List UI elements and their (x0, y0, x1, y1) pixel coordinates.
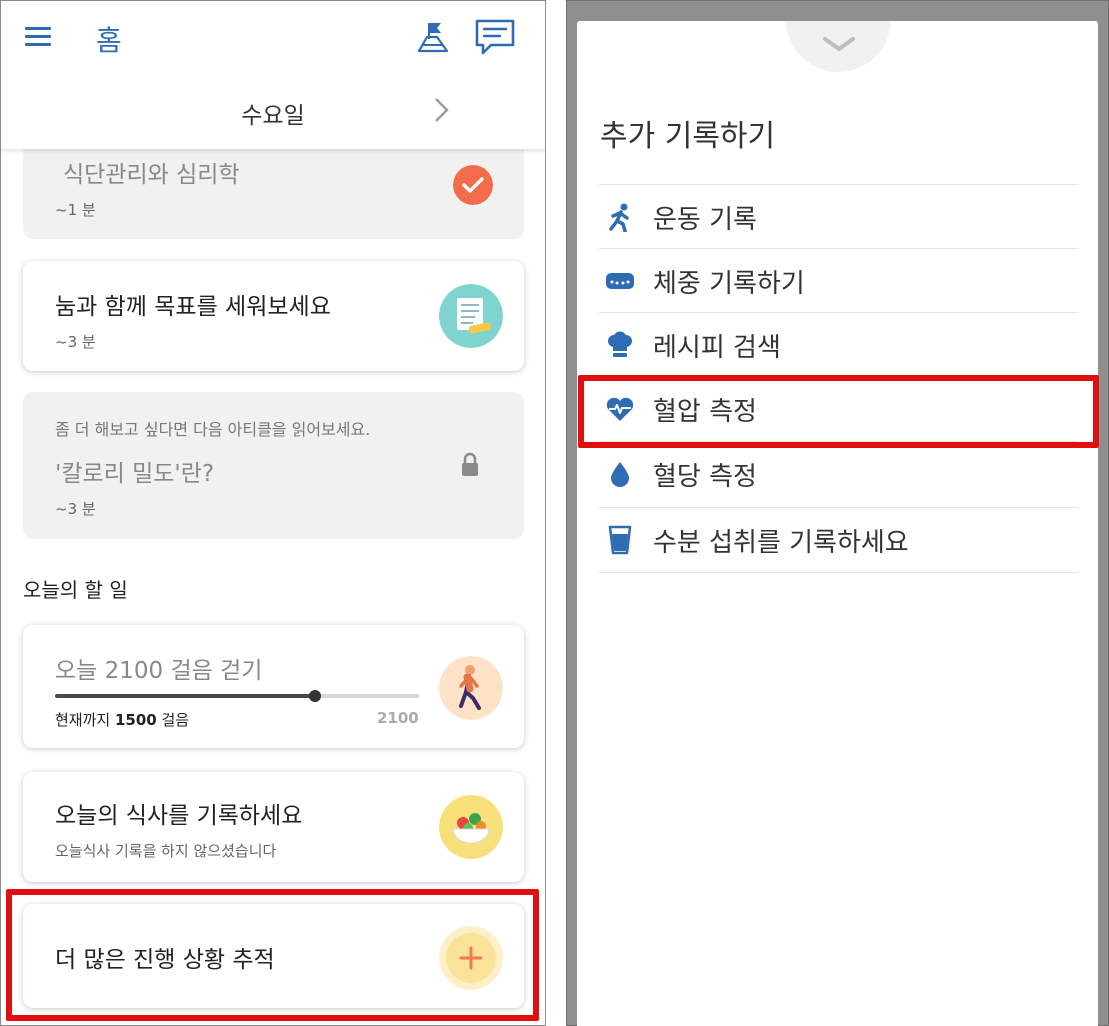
menu-item-blood-sugar[interactable]: 혈당 측정 (599, 441, 1078, 505)
meal-subtitle: 오늘식사 기록을 하지 않으셨습니다 (55, 842, 277, 860)
chef-hat-icon (608, 331, 632, 357)
lesson-card[interactable]: 눔과 함께 목표를 세워보세요 ~3 분 (23, 261, 524, 371)
steps-progress-fill (55, 694, 315, 698)
heart-pulse-icon (606, 397, 634, 421)
steps-progress-bar (55, 690, 419, 702)
meal-title: 오늘의 식사를 기록하세요 (55, 803, 303, 829)
menu-item-label: 혈당 측정 (653, 462, 757, 492)
chevron-down-icon[interactable] (819, 35, 859, 55)
salad-bowl-icon (439, 795, 503, 859)
sheet-handle[interactable] (786, 21, 891, 72)
menu-item-recipe[interactable]: 레시피 검색 (599, 312, 1078, 376)
day-label: 수요일 (241, 103, 305, 129)
chat-icon[interactable] (473, 17, 517, 57)
goal-flag-icon[interactable] (415, 19, 451, 55)
menu-item-water[interactable]: 수분 섭취를 기록하세요 (599, 507, 1078, 571)
panel-gap (546, 0, 566, 1026)
menu-item-exercise[interactable]: 운동 기록 (599, 184, 1078, 248)
lesson-title: '칼로리 밀도'란? (55, 461, 215, 487)
page-title: 홈 (96, 24, 122, 57)
more-progress-card[interactable]: 더 많은 진행 상황 추적 (23, 904, 524, 1008)
sheet-title: 추가 기록하기 (600, 119, 776, 154)
walking-person-icon (439, 656, 503, 720)
section-title: 오늘의 할 일 (23, 578, 128, 602)
water-glass-icon (608, 525, 632, 555)
add-record-screen: 추가 기록하기 운동 기록 체중 기록하기 레시피 검색 혈압 측정 혈당 측정… (566, 0, 1109, 1026)
menu-item-blood-pressure[interactable]: 혈압 측정 (599, 376, 1078, 440)
hamburger-menu-icon[interactable] (25, 23, 53, 49)
more-progress-title: 더 많은 진행 상황 추적 (55, 947, 275, 973)
lesson-duration: ~1 분 (55, 201, 96, 219)
menu-item-label: 혈압 측정 (653, 397, 757, 427)
menu-item-label: 수분 섭취를 기록하세요 (653, 528, 909, 558)
menu-item-label: 레시피 검색 (653, 333, 781, 363)
lesson-title: 눔과 함께 목표를 세워보세요 (55, 294, 331, 320)
menu-item-label: 운동 기록 (653, 205, 757, 235)
steps-current: 현재까지 1500 걸음 (55, 711, 190, 729)
steps-card[interactable]: 오늘 2100 걸음 걷기 현재까지 1500 걸음 2100 (23, 625, 524, 748)
scale-icon (606, 273, 634, 289)
check-icon (453, 165, 493, 205)
lesson-duration: ~3 분 (55, 333, 96, 351)
top-bar: 홈 수요일 (1, 1, 545, 149)
home-screen: 홈 수요일 식단관리와 심리학 ~1 분 눔과 함께 목표를 세워보세요 ~3 … (0, 0, 546, 1026)
steps-goal: 2100 (377, 709, 419, 727)
lesson-card-locked[interactable]: 좀 더 해보고 싶다면 다음 아티클을 읽어보세요. '칼로리 밀도'란? ~3… (23, 392, 524, 539)
running-icon (609, 203, 629, 232)
chevron-right-icon[interactable] (431, 95, 453, 125)
add-plus-icon[interactable] (439, 926, 503, 990)
menu-item-weight[interactable]: 체중 기록하기 (599, 248, 1078, 312)
checklist-illustration-icon (439, 284, 503, 348)
water-drop-icon (611, 462, 629, 487)
lesson-hint: 좀 더 해보고 싶다면 다음 아티클을 읽어보세요. (55, 420, 371, 439)
lesson-duration: ~3 분 (55, 500, 96, 518)
meal-card[interactable]: 오늘의 식사를 기록하세요 오늘식사 기록을 하지 않으셨습니다 (23, 772, 524, 882)
menu-item-label: 체중 기록하기 (653, 269, 805, 299)
lesson-title: 식단관리와 심리학 (63, 162, 240, 188)
steps-title: 오늘 2100 걸음 걷기 (55, 658, 263, 684)
bottom-sheet: 추가 기록하기 운동 기록 체중 기록하기 레시피 검색 혈압 측정 혈당 측정… (577, 21, 1098, 1026)
list-divider (599, 572, 1078, 573)
lock-icon (462, 452, 478, 476)
steps-progress-knob (309, 690, 321, 702)
